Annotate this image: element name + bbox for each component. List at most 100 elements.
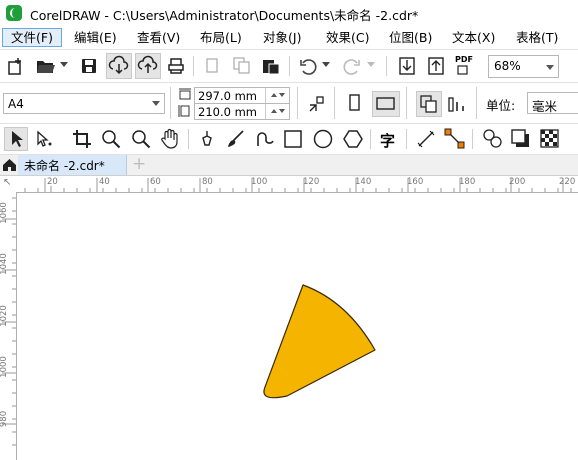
units-combo[interactable]: 毫米 — [527, 92, 578, 114]
all-pages-icon — [420, 95, 437, 113]
shape-tool-icon[interactable] — [34, 129, 56, 149]
units-value: 毫米 — [532, 99, 558, 114]
zoom-level-combo[interactable]: 68% — [488, 55, 559, 78]
width-spin-icon[interactable] — [269, 91, 287, 101]
toolbar-separator — [193, 56, 194, 76]
cloud-download-button[interactable] — [106, 53, 132, 79]
document-tab-bar: 未命名 -2.cdr* + — [0, 154, 578, 176]
toolbar-separator — [370, 129, 371, 149]
transparency-tool-icon[interactable] — [539, 128, 561, 150]
crop-tool-icon[interactable] — [72, 129, 92, 149]
cloud-download-icon — [108, 55, 129, 75]
undo-dropdown-icon[interactable] — [322, 62, 330, 68]
page-height-value: 210.0 mm — [198, 105, 257, 119]
page-width-value: 297.0 mm — [198, 89, 257, 103]
canvas-svg — [263, 284, 376, 399]
ruler-h-label: 120 — [303, 177, 320, 187]
ruler-v-label: 1040 — [0, 253, 9, 275]
ruler-h-label: 180 — [459, 177, 476, 187]
pdf-icon — [457, 65, 468, 75]
property-bar: A4 297.0 mm 210.0 mm 单位: 毫米 — [0, 82, 578, 124]
pan-tool-icon[interactable] — [160, 128, 180, 150]
redo-icon[interactable] — [343, 57, 361, 75]
toolbar-separator — [406, 87, 407, 119]
landscape-icon — [376, 97, 395, 110]
ruler-h-label: 20 — [47, 177, 58, 187]
pick-tool-button[interactable] — [4, 127, 28, 151]
menu-table[interactable]: 表格(T) — [516, 29, 558, 46]
cloud-upload-button[interactable] — [135, 53, 161, 79]
copy-icon[interactable] — [233, 57, 251, 75]
blend-tool-icon[interactable] — [482, 128, 504, 150]
home-icon[interactable] — [2, 158, 17, 172]
page-width-icon — [179, 88, 191, 100]
pen-tool-icon[interactable] — [198, 129, 216, 149]
drawing-canvas[interactable] — [17, 193, 578, 460]
menu-text[interactable]: 文本(X) — [452, 29, 495, 46]
paste-icon[interactable] — [262, 57, 280, 75]
ellipse-tool-icon[interactable] — [312, 128, 334, 150]
redo-dropdown-icon[interactable] — [367, 62, 375, 68]
menu-file[interactable]: 文件(F) — [2, 28, 62, 47]
page-width-field[interactable]: 297.0 mm — [194, 87, 290, 104]
vertical-ruler[interactable]: 1060 1040 1020 1000 980 — [0, 192, 17, 460]
page-size-dropdown-icon — [152, 101, 160, 106]
toolbar-separator — [334, 87, 335, 119]
horizontal-ruler[interactable]: ↖ 20 40 60 80 100 120 140 160 180 200 22… — [0, 176, 578, 193]
smart-drawing-icon[interactable] — [255, 128, 275, 150]
menu-view[interactable]: 查看(V) — [137, 29, 180, 46]
ruler-corner-icon[interactable]: ↖ — [3, 177, 11, 188]
toolbar-separator — [472, 129, 473, 149]
undo-icon[interactable] — [299, 57, 317, 75]
tab-document-label: 未命名 -2.cdr* — [24, 159, 105, 173]
add-tab-icon[interactable]: + — [132, 154, 146, 174]
toolbar-separator — [170, 87, 171, 119]
page-size-combo[interactable]: A4 — [3, 93, 165, 114]
pie-wedge-shape[interactable] — [263, 284, 376, 399]
menu-layout[interactable]: 布局(L) — [200, 29, 242, 46]
polygon-tool-icon[interactable] — [342, 128, 364, 150]
drop-shadow-icon[interactable] — [510, 128, 532, 150]
toolbar-separator — [406, 129, 407, 149]
open-folder-icon[interactable] — [36, 57, 56, 75]
zoom-tool-icon[interactable] — [101, 129, 121, 149]
cut-icon[interactable] — [205, 57, 221, 75]
ruler-h-label: 140 — [355, 177, 372, 187]
page-height-field[interactable]: 210.0 mm — [194, 103, 290, 120]
toolbar-separator — [289, 56, 290, 76]
ruler-h-label: 60 — [150, 177, 161, 187]
page-height-icon — [178, 105, 190, 117]
text-tool-icon[interactable]: 字 — [380, 130, 395, 151]
publish-pdf-button[interactable]: PDF — [455, 55, 475, 77]
import-icon[interactable] — [398, 56, 416, 76]
print-icon[interactable] — [167, 57, 185, 75]
toolbar-separator — [297, 87, 298, 119]
ruler-h-label: 100 — [251, 177, 268, 187]
menu-effects[interactable]: 效果(C) — [326, 29, 369, 46]
window-title: CorelDRAW - C:\Users\Administrator\Docum… — [30, 8, 419, 23]
artistic-media-icon[interactable] — [226, 129, 246, 149]
bleed-icon[interactable] — [307, 94, 327, 114]
current-page-icon[interactable] — [447, 94, 469, 114]
ruler-h-label: 200 — [509, 177, 526, 187]
export-icon[interactable] — [427, 56, 445, 76]
dimension-tool-icon[interactable] — [416, 129, 436, 149]
height-spin-icon[interactable] — [269, 107, 287, 117]
menu-bitmaps[interactable]: 位图(B) — [389, 29, 432, 46]
toolbar-separator — [188, 129, 189, 149]
rectangle-tool-icon[interactable] — [283, 128, 303, 150]
tab-document[interactable]: 未命名 -2.cdr* — [18, 155, 127, 175]
new-document-icon[interactable] — [6, 57, 24, 75]
ruler-v-label: 1060 — [0, 202, 9, 224]
save-icon[interactable] — [80, 57, 98, 75]
menu-object[interactable]: 对象(J) — [263, 29, 301, 46]
zoom-out-tool-icon[interactable] — [131, 129, 151, 149]
units-label: 单位: — [486, 98, 516, 113]
menu-edit[interactable]: 编辑(E) — [74, 29, 117, 46]
connector-tool-icon[interactable] — [444, 128, 466, 150]
open-dropdown-icon[interactable] — [60, 62, 68, 68]
all-pages-button[interactable] — [416, 91, 442, 117]
portrait-icon[interactable] — [345, 93, 363, 113]
coreldraw-logo-icon — [6, 5, 22, 21]
landscape-button[interactable] — [372, 91, 400, 117]
